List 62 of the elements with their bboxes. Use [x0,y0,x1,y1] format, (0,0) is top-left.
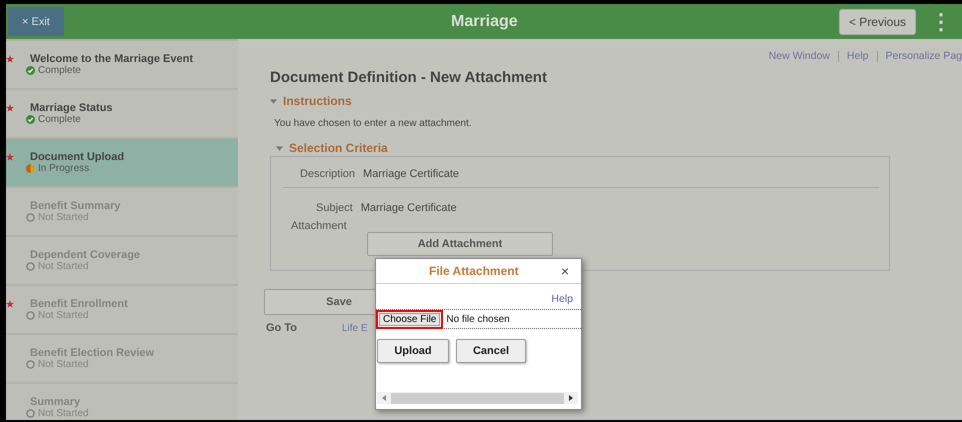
instructions-text: You have chosen to enter a new attachment. [274,118,473,129]
step-title: Benefit Enrollment [30,298,128,310]
empty-circle-icon [26,213,35,222]
step-title: Dependent Coverage [30,249,140,261]
sidebar-item[interactable]: Benefit Enrollment Not Started [6,286,238,335]
field-value: Marriage Certificate [363,168,460,180]
sidebar-item[interactable]: Benefit Summary Not Started [6,188,238,237]
sidebar-item[interactable]: Benefit Election Review Not Started [6,335,238,384]
upload-button[interactable]: Upload [377,339,449,363]
horizontal-scrollbar[interactable] [377,392,578,404]
step-title: Summary [30,396,80,408]
go-to-link[interactable]: Life E [342,322,368,334]
page-header-title: Marriage [451,12,518,30]
half-circle-icon [26,164,35,173]
step-title: Document Upload [30,151,124,163]
step-status: Not Started [38,408,89,419]
previous-button[interactable]: < Previous [838,8,916,34]
page-title: Document Definition - New Attachment [270,69,548,86]
field-label: Description [300,168,356,180]
check-circle-icon [26,115,35,124]
empty-circle-icon [26,360,35,369]
sidebar-item[interactable]: Welcome to the Marriage Event Complete [6,41,238,90]
step-status: Not Started [38,310,89,321]
step-status: Complete [38,114,81,125]
section-toggle[interactable]: Instructions [270,94,962,108]
sidebar-item[interactable]: Summary Not Started [6,384,238,420]
header-link[interactable]: Help [846,50,869,62]
cancel-button[interactable]: Cancel [456,339,526,363]
step-status: Not Started [38,261,89,272]
field-value: Marriage Certificate [360,202,457,214]
empty-circle-icon [26,311,35,320]
field-label: Attachment [291,220,347,232]
step-title: Benefit Summary [30,200,120,212]
field-label: Subject [316,202,353,214]
header-link[interactable]: Personalize Pag [886,50,962,62]
header-link[interactable]: New Window [768,50,830,62]
add-attachment-button[interactable]: Add Attachment [367,232,553,256]
file-status: No file chosen [446,314,510,324]
scroll-right-icon[interactable] [569,395,573,401]
step-status: Not Started [38,359,89,370]
step-title: Marriage Status [30,102,113,114]
step-status: Not Started [38,212,89,223]
menu-icon[interactable]: ⋮ [930,10,952,32]
help-link[interactable]: Help [551,293,573,305]
empty-circle-icon [26,409,35,418]
check-circle-icon [26,66,35,75]
caret-icon [276,146,283,150]
close-icon[interactable]: × [560,263,569,279]
choose-file-button[interactable]: Choose File [376,310,444,328]
go-to-label: Go To [266,322,298,334]
scroll-left-icon[interactable] [382,395,386,401]
empty-circle-icon [26,262,35,271]
dialog-title: File Attachment [429,264,519,278]
caret-icon [270,98,277,104]
sidebar-item[interactable]: Dependent Coverage Not Started [6,237,238,286]
sidebar-item[interactable]: Document Upload In Progress [6,139,238,188]
step-status: Complete [38,65,81,76]
section-toggle[interactable]: Selection Criteria [276,141,962,155]
exit-button[interactable]: × Exit [8,7,64,36]
step-status: In Progress [38,163,90,174]
step-title: Welcome to the Marriage Event [30,53,194,65]
step-title: Benefit Election Review [30,347,154,359]
